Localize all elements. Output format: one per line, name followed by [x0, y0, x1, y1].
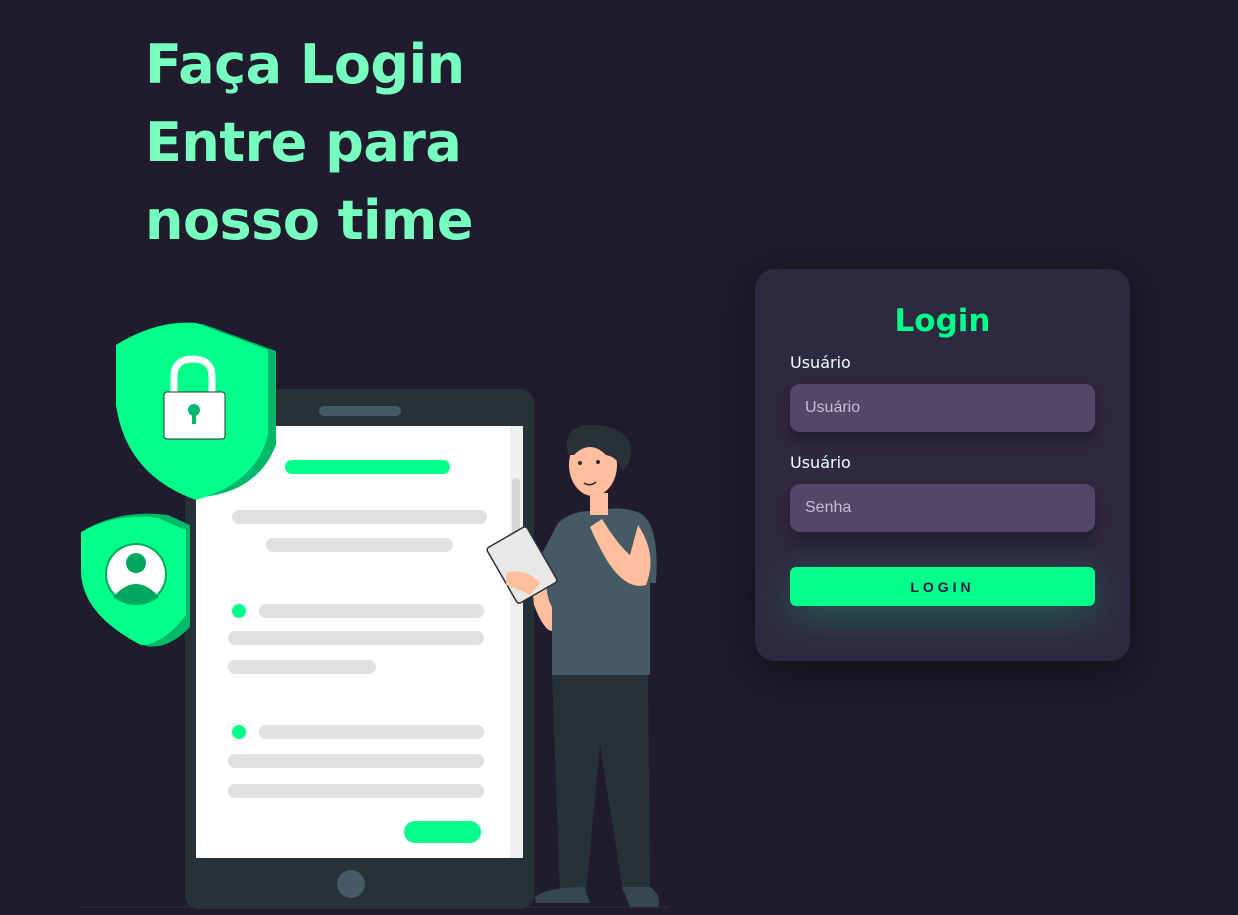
- login-page: Faça Login Entre para nosso time Login U…: [0, 0, 1238, 915]
- login-card: Login Usuário Usuário Login: [755, 269, 1130, 661]
- username-input[interactable]: [790, 384, 1095, 432]
- hero-line-1: Faça Login: [145, 33, 465, 96]
- login-button[interactable]: Login: [790, 567, 1095, 606]
- security-illustration: [78, 322, 668, 909]
- hero-line-3: nosso time: [145, 189, 473, 252]
- hero-line-2: Entre para: [145, 111, 462, 174]
- username-label: Usuário: [790, 353, 851, 372]
- login-title: Login: [894, 303, 991, 339]
- password-input[interactable]: [790, 484, 1095, 532]
- shield-lock-icon: [116, 322, 276, 500]
- shield-user-icon: [81, 513, 190, 647]
- password-label: Usuário: [790, 453, 851, 472]
- hero-headline: Faça Login Entre para nosso time: [145, 26, 473, 260]
